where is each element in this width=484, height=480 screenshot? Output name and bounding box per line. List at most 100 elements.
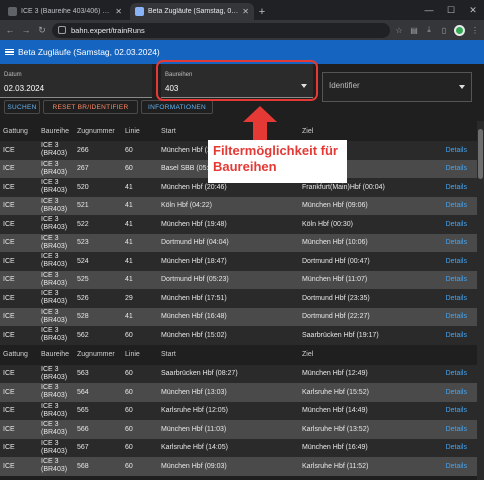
forward-icon[interactable]: → [20, 23, 32, 37]
profile-avatar[interactable] [454, 24, 465, 36]
cell-baureihe: ICE 3 (BR403) [38, 457, 74, 476]
cell-start: München Hbf (09:03) [158, 457, 299, 476]
sidepanel-icon[interactable]: ▯ [439, 25, 449, 35]
details-link[interactable]: Details [435, 401, 477, 420]
download-icon[interactable]: ⤓ [424, 25, 434, 35]
cell-baureihe: ICE 3 (BR403) [38, 270, 74, 289]
details-link[interactable]: Details [435, 364, 477, 383]
table-row[interactable]: ICE ICE 3 (BR403) 568 60 München Hbf (09:03) K… [0, 457, 477, 476]
browser-tab-ice3[interactable]: ICE 3 (Baureihe 403/406) auf w... ✕ [3, 3, 127, 20]
details-link[interactable]: Details [435, 270, 477, 289]
table-row[interactable]: ICE ICE 3 (BR403) 528 41 München Hbf (16:48) D… [0, 307, 477, 326]
table-row[interactable]: ICE ICE 3 (BR403) 521 41 Köln Hbf (04:22) Münc… [0, 196, 477, 215]
tab-close-icon[interactable]: ✕ [115, 7, 122, 16]
hamburger-menu-icon[interactable] [5, 48, 14, 56]
info-button[interactable]: INFORMATIONEN [141, 100, 213, 114]
site-info-icon[interactable] [58, 26, 66, 34]
details-link[interactable]: Details [435, 326, 477, 345]
details-link[interactable]: Details [435, 289, 477, 308]
minimize-icon[interactable]: — [418, 0, 440, 20]
details-link[interactable]: Details [435, 307, 477, 326]
address-bar[interactable]: bahn.expert/trainRuns [52, 22, 390, 38]
cell-ziel: München Hbf (14:49) [299, 401, 435, 420]
column-header: Gattung [0, 344, 38, 365]
cell-linie: 41 [122, 252, 158, 271]
column-header: Baureihe [38, 344, 74, 365]
cell-baureihe: ICE 3 (BR403) [38, 233, 74, 252]
baureihe-code: (BR403) [41, 410, 68, 418]
details-link[interactable]: Details [435, 233, 477, 252]
table-header-row: Gattung Baureihe Zugnummer Linie Start Ziel [0, 344, 477, 365]
vertical-scrollbar[interactable] [477, 121, 484, 480]
cell-zugnummer: 568 [74, 457, 122, 476]
table-row[interactable]: ICE ICE 3 (BR403) 564 60 München Hbf (13:03) K… [0, 383, 477, 402]
details-link[interactable]: Details [435, 196, 477, 215]
up-arrow-icon [243, 106, 277, 142]
table-row[interactable]: ICE ICE 3 (BR403) 567 60 Karlsruhe Hbf (14:05… [0, 438, 477, 457]
url-text: bahn.expert/trainRuns [71, 25, 145, 35]
tab-title: ICE 3 (Baureihe 403/406) auf w... [21, 8, 112, 15]
browser-toolbar: ← → ↻ bahn.expert/trainRuns ☆ ▤ ⤓ ▯ ⋮ [0, 20, 484, 40]
bookmark-star-icon[interactable]: ☆ [394, 25, 404, 35]
scrollbar-thumb[interactable] [478, 129, 483, 179]
back-icon[interactable]: ← [4, 23, 16, 37]
cell-linie: 41 [122, 307, 158, 326]
more-menu-icon[interactable]: ⋮ [470, 25, 480, 35]
table-row[interactable]: ICE ICE 3 (BR403) 524 41 München Hbf (18:47) D… [0, 252, 477, 271]
table-row[interactable]: ICE ICE 3 (BR403) 565 60 Karlsruhe Hbf (12:05… [0, 401, 477, 420]
details-link[interactable]: Details [435, 178, 477, 197]
cell-ziel: Dortmund Hbf (00:47) [299, 252, 435, 271]
table-row[interactable]: ICE ICE 3 (BR403) 563 60 Saarbrücken Hbf (08:… [0, 364, 477, 383]
close-window-icon[interactable]: ✕ [462, 0, 484, 20]
column-header: Ziel [299, 344, 435, 365]
table-row[interactable]: ICE ICE 3 (BR403) 526 29 München Hbf (17:51) D… [0, 289, 477, 308]
details-link[interactable]: Details [435, 159, 477, 178]
tab-favicon-icon [135, 7, 144, 16]
table-header-row: Gattung Baureihe Zugnummer Linie Start Ziel [0, 121, 477, 141]
details-link[interactable]: Details [435, 141, 477, 160]
baureihe-code: (BR403) [41, 392, 68, 400]
annotation-text: Filtermöglichkeit für Baureihen [208, 140, 347, 183]
toolbar-icons: ☆ ▤ ⤓ ▯ ⋮ [394, 24, 480, 36]
cell-gattung: ICE [0, 233, 38, 252]
baureihe-code: (BR403) [41, 316, 68, 324]
details-link[interactable]: Details [435, 383, 477, 402]
cell-zugnummer: 522 [74, 215, 122, 234]
baureihe-name: ICE 3 [41, 439, 59, 447]
cell-baureihe: ICE 3 (BR403) [38, 364, 74, 383]
baureihe-code: (BR403) [41, 168, 68, 176]
table-row[interactable]: ICE ICE 3 (BR403) 566 60 München Hbf (11:03) K… [0, 420, 477, 439]
identifier-select[interactable]: Identifier [322, 72, 472, 102]
details-link[interactable]: Details [435, 215, 477, 234]
cell-gattung: ICE [0, 252, 38, 271]
cell-zugnummer: 520 [74, 178, 122, 197]
details-link[interactable]: Details [435, 252, 477, 271]
table-row[interactable]: ICE ICE 3 (BR403) 522 41 München Hbf (19:48) K… [0, 215, 477, 234]
search-button[interactable]: SUCHEN [4, 100, 40, 114]
browser-tab-zuglaeufe[interactable]: Beta Zugläufe (Samstag, 02.03... ✕ [130, 3, 254, 20]
tab-close-icon[interactable]: ✕ [242, 7, 249, 16]
baureihe-name: ICE 3 [41, 384, 59, 392]
extensions-icon[interactable]: ▤ [409, 25, 419, 35]
cell-zugnummer: 267 [74, 159, 122, 178]
baureihe-name: ICE 3 [41, 216, 59, 224]
table-row[interactable]: ICE ICE 3 (BR403) 525 41 Dortmund Hbf (05:23)… [0, 270, 477, 289]
table-row[interactable]: ICE ICE 3 (BR403) 523 41 Dortmund Hbf (04:04)… [0, 233, 477, 252]
new-tab-icon[interactable]: + [254, 3, 270, 20]
details-link[interactable]: Details [435, 457, 477, 476]
date-field[interactable]: Datum 02.03.2024 [0, 64, 152, 98]
maximize-icon[interactable]: ☐ [440, 0, 462, 20]
reload-icon[interactable]: ↻ [36, 23, 48, 37]
identifier-placeholder: Identifier [329, 81, 360, 90]
table-row[interactable]: ICE ICE 3 (BR403) 562 60 München Hbf (15:02) S… [0, 326, 477, 345]
details-link[interactable]: Details [435, 420, 477, 439]
baureihe-name: ICE 3 [41, 290, 59, 298]
cell-linie: 41 [122, 178, 158, 197]
date-value: 02.03.2024 [4, 84, 45, 93]
cell-linie: 41 [122, 270, 158, 289]
reset-button[interactable]: RESET BR/IDENTIFIER [43, 100, 138, 114]
cell-baureihe: ICE 3 (BR403) [38, 307, 74, 326]
details-link[interactable]: Details [435, 438, 477, 457]
cell-ziel: Saarbrücken Hbf (19:17) [299, 326, 435, 345]
baureihe-code: (BR403) [41, 466, 68, 474]
